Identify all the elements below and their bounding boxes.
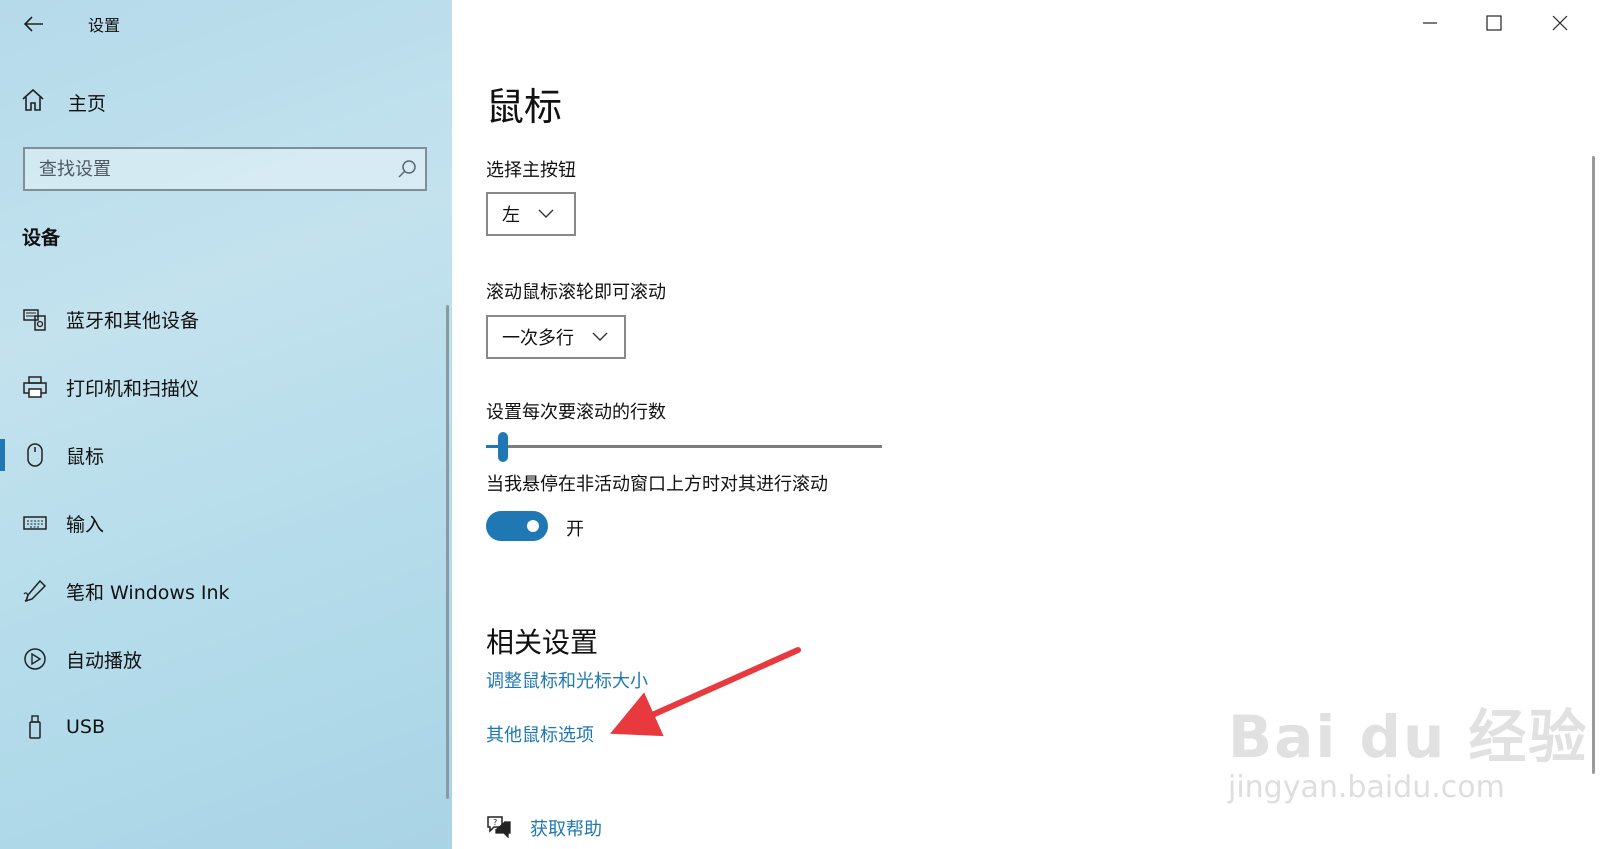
- chevron-down-icon: [538, 209, 554, 219]
- sidebar-item-label: 打印机和扫描仪: [66, 377, 200, 400]
- scroll-wheel-value: 一次多行: [502, 328, 574, 349]
- sidebar-item-autoplay[interactable]: 自动播放: [0, 625, 452, 693]
- sidebar-item-bluetooth[interactable]: 蓝牙和其他设备: [0, 285, 452, 353]
- lines-to-scroll-label: 设置每次要滚动的行数: [486, 402, 666, 423]
- sidebar-item-printers[interactable]: 打印机和扫描仪: [0, 353, 452, 421]
- sidebar-item-label: 蓝牙和其他设备: [66, 309, 200, 332]
- printer-icon: [22, 374, 48, 400]
- section-title: 设备: [22, 227, 61, 249]
- sidebar-item-label: 输入: [66, 513, 105, 536]
- sidebar-item-label: 自动播放: [66, 649, 143, 672]
- close-button[interactable]: [1540, 6, 1580, 40]
- back-arrow-icon: [24, 16, 43, 32]
- watermark-url: jingyan.baidu.com: [1228, 770, 1505, 805]
- mouse-icon: [22, 442, 48, 468]
- sidebar-item-pen[interactable]: 笔和 Windows Ink: [0, 557, 452, 625]
- main-scrollbar[interactable]: [1592, 156, 1595, 774]
- search-input[interactable]: [25, 157, 389, 181]
- pen-icon: [22, 578, 48, 604]
- related-settings-title: 相关设置: [486, 626, 599, 659]
- keyboard-icon: [22, 510, 48, 536]
- sidebar-item-label: 笔和 Windows Ink: [66, 581, 230, 604]
- autoplay-icon: [22, 646, 48, 672]
- back-button[interactable]: [18, 8, 50, 40]
- close-icon: [1552, 15, 1568, 31]
- chevron-down-icon: [592, 332, 608, 342]
- minimize-button[interactable]: [1410, 6, 1450, 40]
- app-title: 设置: [88, 16, 121, 35]
- home-icon: [20, 88, 46, 116]
- page-title: 鼠标: [486, 85, 563, 129]
- scroll-wheel-label: 滚动鼠标滚轮即可滚动: [486, 282, 666, 303]
- minimize-icon: [1423, 22, 1437, 24]
- slider-track: [486, 445, 882, 448]
- toggle-state-label: 开: [566, 519, 584, 540]
- maximize-button[interactable]: [1474, 6, 1514, 40]
- watermark-logo: Bai du 经验: [1228, 703, 1589, 771]
- svg-text:?: ?: [493, 818, 497, 827]
- sidebar-item-typing[interactable]: 输入: [0, 489, 452, 557]
- toggle-knob: [527, 520, 539, 532]
- inactive-scroll-toggle[interactable]: [486, 511, 548, 541]
- adjust-mouse-cursor-size-link[interactable]: 调整鼠标和光标大小: [486, 667, 648, 693]
- primary-button-label: 选择主按钮: [486, 160, 576, 181]
- sidebar-scrollbar[interactable]: [446, 305, 449, 799]
- primary-button-value: 左: [502, 205, 520, 226]
- sidebar-nav: 蓝牙和其他设备 打印机和扫描仪 鼠标 输入 笔和 Windows Ink 自动播…: [0, 285, 452, 761]
- slider-thumb[interactable]: [498, 432, 508, 462]
- help-chat-icon: ?: [486, 814, 512, 842]
- sidebar-item-label: USB: [66, 716, 106, 738]
- home-label: 主页: [68, 92, 107, 115]
- sidebar: 设置 主页 设备 蓝牙和其他设备 打印机和扫描仪: [0, 0, 452, 849]
- home-link[interactable]: 主页: [20, 86, 106, 118]
- usb-icon: [22, 714, 48, 740]
- search-box[interactable]: [23, 147, 427, 191]
- search-icon[interactable]: [389, 158, 425, 180]
- scroll-wheel-dropdown[interactable]: 一次多行: [486, 315, 626, 359]
- sidebar-item-usb[interactable]: USB: [0, 693, 452, 761]
- sidebar-item-mouse[interactable]: 鼠标: [0, 421, 452, 489]
- get-help[interactable]: ? 获取帮助: [486, 814, 602, 842]
- sidebar-item-label: 鼠标: [66, 445, 105, 468]
- lines-to-scroll-slider[interactable]: [486, 432, 882, 462]
- inactive-scroll-label: 当我悬停在非活动窗口上方时对其进行滚动: [486, 474, 828, 495]
- additional-mouse-options-link[interactable]: 其他鼠标选项: [486, 721, 594, 747]
- bluetooth-devices-icon: [22, 306, 48, 332]
- primary-button-dropdown[interactable]: 左: [486, 192, 576, 236]
- get-help-label: 获取帮助: [530, 819, 602, 840]
- maximize-icon: [1486, 15, 1502, 31]
